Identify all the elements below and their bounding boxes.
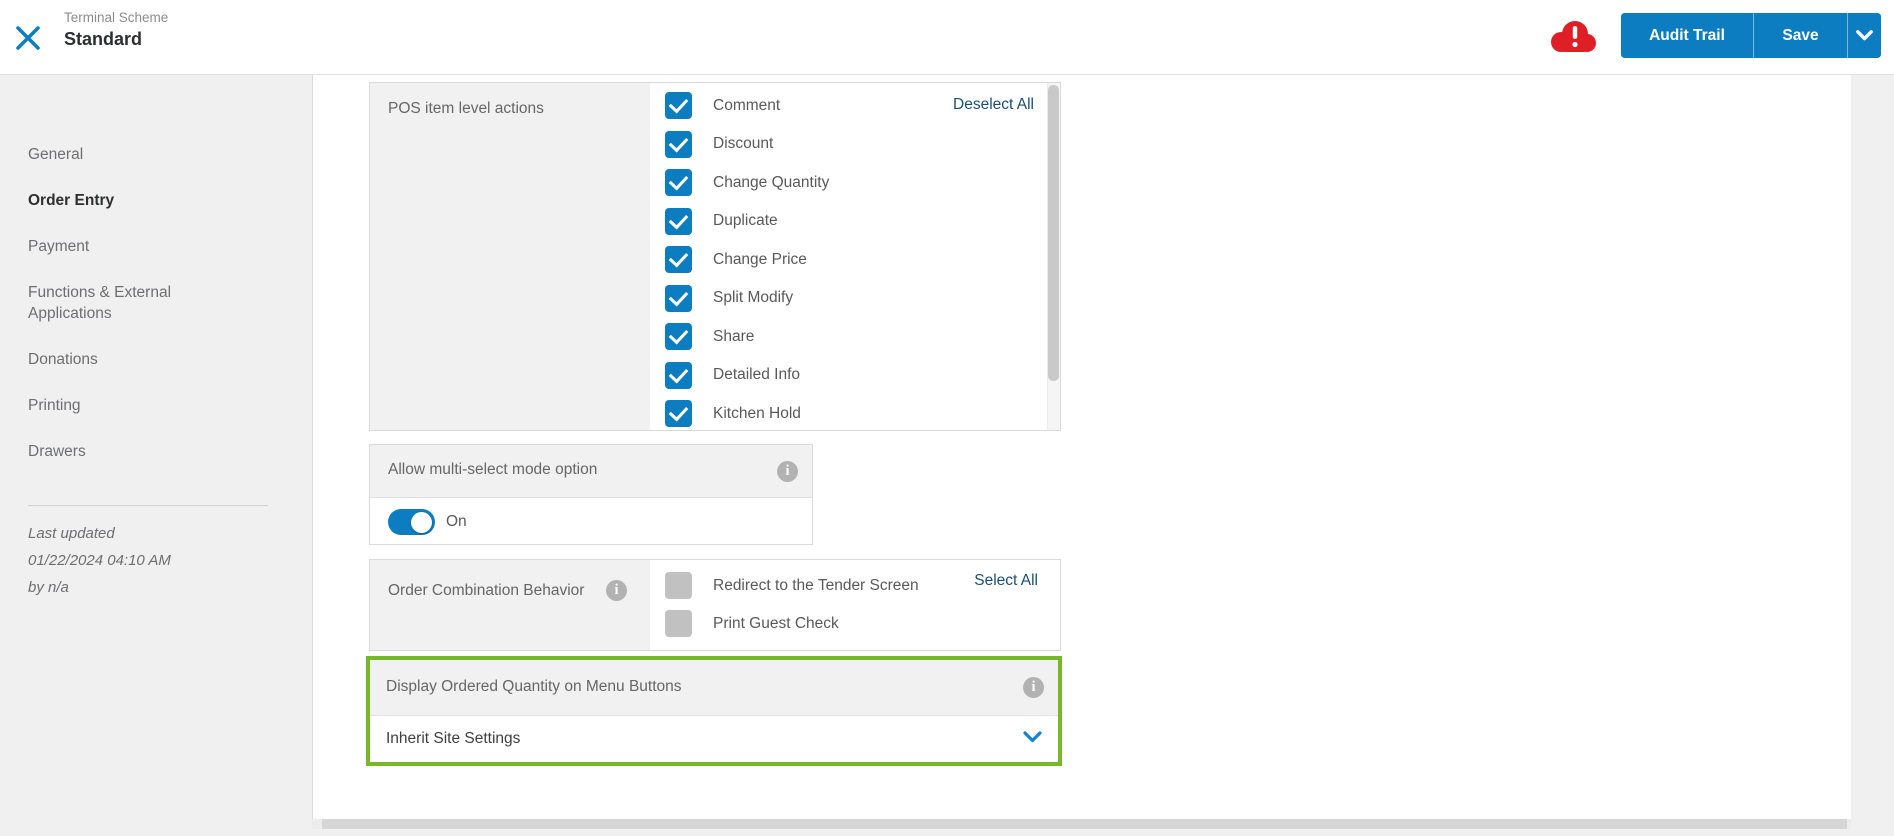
last-updated-label: Last updated	[28, 525, 115, 542]
sidebar-item-general[interactable]: General	[28, 144, 253, 165]
last-updated-block: Last updated 01/22/2024 04:10 AM by n/a	[28, 520, 312, 601]
checkbox-label: Change Quantity	[713, 173, 830, 191]
multi-select-toggle-on[interactable]	[388, 509, 435, 535]
list-scrollbar-track[interactable]	[1047, 83, 1060, 430]
sidebar-item-payment[interactable]: Payment	[28, 236, 253, 257]
toggle-state-label: On	[446, 513, 467, 530]
pos-action-row-split-modify[interactable]: Split Modify	[665, 284, 829, 312]
sidebar-divider	[28, 505, 268, 506]
order-combination-list: Redirect to the Tender Screen Print Gues…	[665, 572, 919, 648]
checkbox-checked-icon[interactable]	[665, 92, 692, 119]
multi-select-mode-box: Allow multi-select mode option On	[369, 444, 813, 545]
checkbox-unchecked-icon[interactable]	[665, 572, 692, 599]
checkbox-label: Kitchen Hold	[713, 404, 801, 422]
pos-action-row-change-quantity[interactable]: Change Quantity	[665, 169, 829, 196]
pos-action-row-kitchen-hold[interactable]: Kitchen Hold	[665, 400, 829, 427]
select-all-link[interactable]: Select All	[974, 572, 1038, 590]
pos-action-row-duplicate[interactable]: Duplicate	[665, 207, 829, 235]
oc-row-print-guest-check[interactable]: Print Guest Check	[665, 610, 919, 637]
pos-action-row-change-price[interactable]: Change Price	[665, 246, 829, 273]
sidebar-item-functions-external-applications[interactable]: Functions & External Applications	[28, 282, 253, 324]
display-ordered-quantity-header: Display Ordered Quantity on Menu Buttons	[370, 660, 1058, 716]
checkbox-label: Split Modify	[713, 289, 794, 306]
checkbox-checked-icon[interactable]	[665, 400, 692, 427]
display-ordered-quantity-label: Display Ordered Quantity on Menu Buttons	[386, 678, 682, 695]
order-combination-behavior-box: Order Combination Behavior Select All Re…	[369, 559, 1061, 651]
info-icon[interactable]	[606, 580, 627, 601]
oc-row-redirect-tender[interactable]: Redirect to the Tender Screen	[665, 572, 919, 599]
sidebar-nav: General Order Entry Payment Functions & …	[0, 75, 312, 836]
header-bar: Terminal Scheme Standard Audit Trail Sav…	[0, 0, 1894, 75]
order-combination-label-column: Order Combination Behavior	[370, 560, 650, 650]
info-icon[interactable]	[1023, 677, 1044, 698]
pos-item-level-actions-box: POS item level actions Deselect All Comm…	[369, 82, 1061, 431]
page-title: Standard	[64, 29, 143, 49]
pos-item-actions-label-column: POS item level actions	[370, 83, 650, 430]
checkbox-label: Duplicate	[713, 212, 778, 229]
checkbox-label: Change Price	[713, 250, 807, 268]
pos-action-row-comment[interactable]: Comment	[665, 92, 829, 119]
audit-trail-button[interactable]: Audit Trail	[1621, 13, 1753, 58]
list-scrollbar-thumb[interactable]	[1048, 85, 1059, 381]
save-dropdown-button[interactable]	[1847, 13, 1881, 58]
pos-action-row-share[interactable]: Share	[665, 323, 829, 350]
checkbox-checked-icon[interactable]	[665, 323, 692, 350]
chevron-down-icon	[1856, 30, 1873, 41]
pos-action-list: Comment Discount Change Quantity Duplica…	[665, 92, 829, 439]
sidebar-item-drawers[interactable]: Drawers	[28, 441, 253, 462]
checkbox-label: Comment	[713, 96, 781, 114]
close-button[interactable]	[14, 24, 44, 54]
horizontal-scrollbar-track[interactable]	[312, 819, 1851, 829]
dropdown-chevron-down-icon[interactable]	[1023, 730, 1042, 748]
horizontal-scrollbar-thumb[interactable]	[322, 819, 1847, 829]
sidebar-item-printing[interactable]: Printing	[28, 395, 253, 416]
checkbox-unchecked-icon[interactable]	[665, 610, 692, 637]
checkbox-label: Print Guest Check	[713, 614, 839, 632]
checkbox-checked-icon[interactable]	[665, 284, 692, 312]
checkbox-label: Redirect to the Tender Screen	[713, 576, 919, 594]
pos-action-row-discount[interactable]: Discount	[665, 130, 829, 158]
header-button-group: Audit Trail Save	[1621, 13, 1881, 58]
checkbox-checked-icon[interactable]	[665, 130, 692, 158]
display-ordered-quantity-dropdown-value[interactable]: Inherit Site Settings	[386, 730, 520, 748]
checkbox-label: Discount	[713, 135, 774, 152]
checkbox-checked-icon[interactable]	[665, 246, 692, 273]
sidebar-item-order-entry[interactable]: Order Entry	[28, 190, 253, 211]
checkbox-checked-icon[interactable]	[665, 361, 692, 389]
pos-item-actions-label: POS item level actions	[388, 100, 544, 117]
multi-select-label: Allow multi-select mode option	[388, 461, 598, 478]
deselect-all-link[interactable]: Deselect All	[953, 96, 1034, 114]
save-button[interactable]: Save	[1753, 13, 1847, 58]
checkbox-label: Detailed Info	[713, 366, 801, 383]
order-combination-label: Order Combination Behavior	[388, 582, 585, 599]
checkbox-label: Share	[713, 327, 755, 345]
multi-select-header-row: Allow multi-select mode option	[370, 445, 812, 498]
sidebar-item-donations[interactable]: Donations	[28, 349, 253, 370]
last-updated-by: by n/a	[28, 579, 69, 596]
last-updated-date: 01/22/2024 04:10 AM	[28, 552, 171, 569]
error-cloud-icon[interactable]	[1545, 17, 1600, 57]
info-icon[interactable]	[777, 461, 798, 482]
scheme-type-label: Terminal Scheme	[64, 10, 169, 25]
settings-content-panel: POS item level actions Deselect All Comm…	[312, 75, 1851, 819]
close-icon	[16, 26, 40, 50]
checkbox-checked-icon[interactable]	[665, 207, 692, 235]
pos-action-row-detailed-info[interactable]: Detailed Info	[665, 361, 829, 389]
checkbox-checked-icon[interactable]	[665, 169, 692, 196]
display-ordered-quantity-box-highlighted: Display Ordered Quantity on Menu Buttons…	[366, 656, 1062, 766]
